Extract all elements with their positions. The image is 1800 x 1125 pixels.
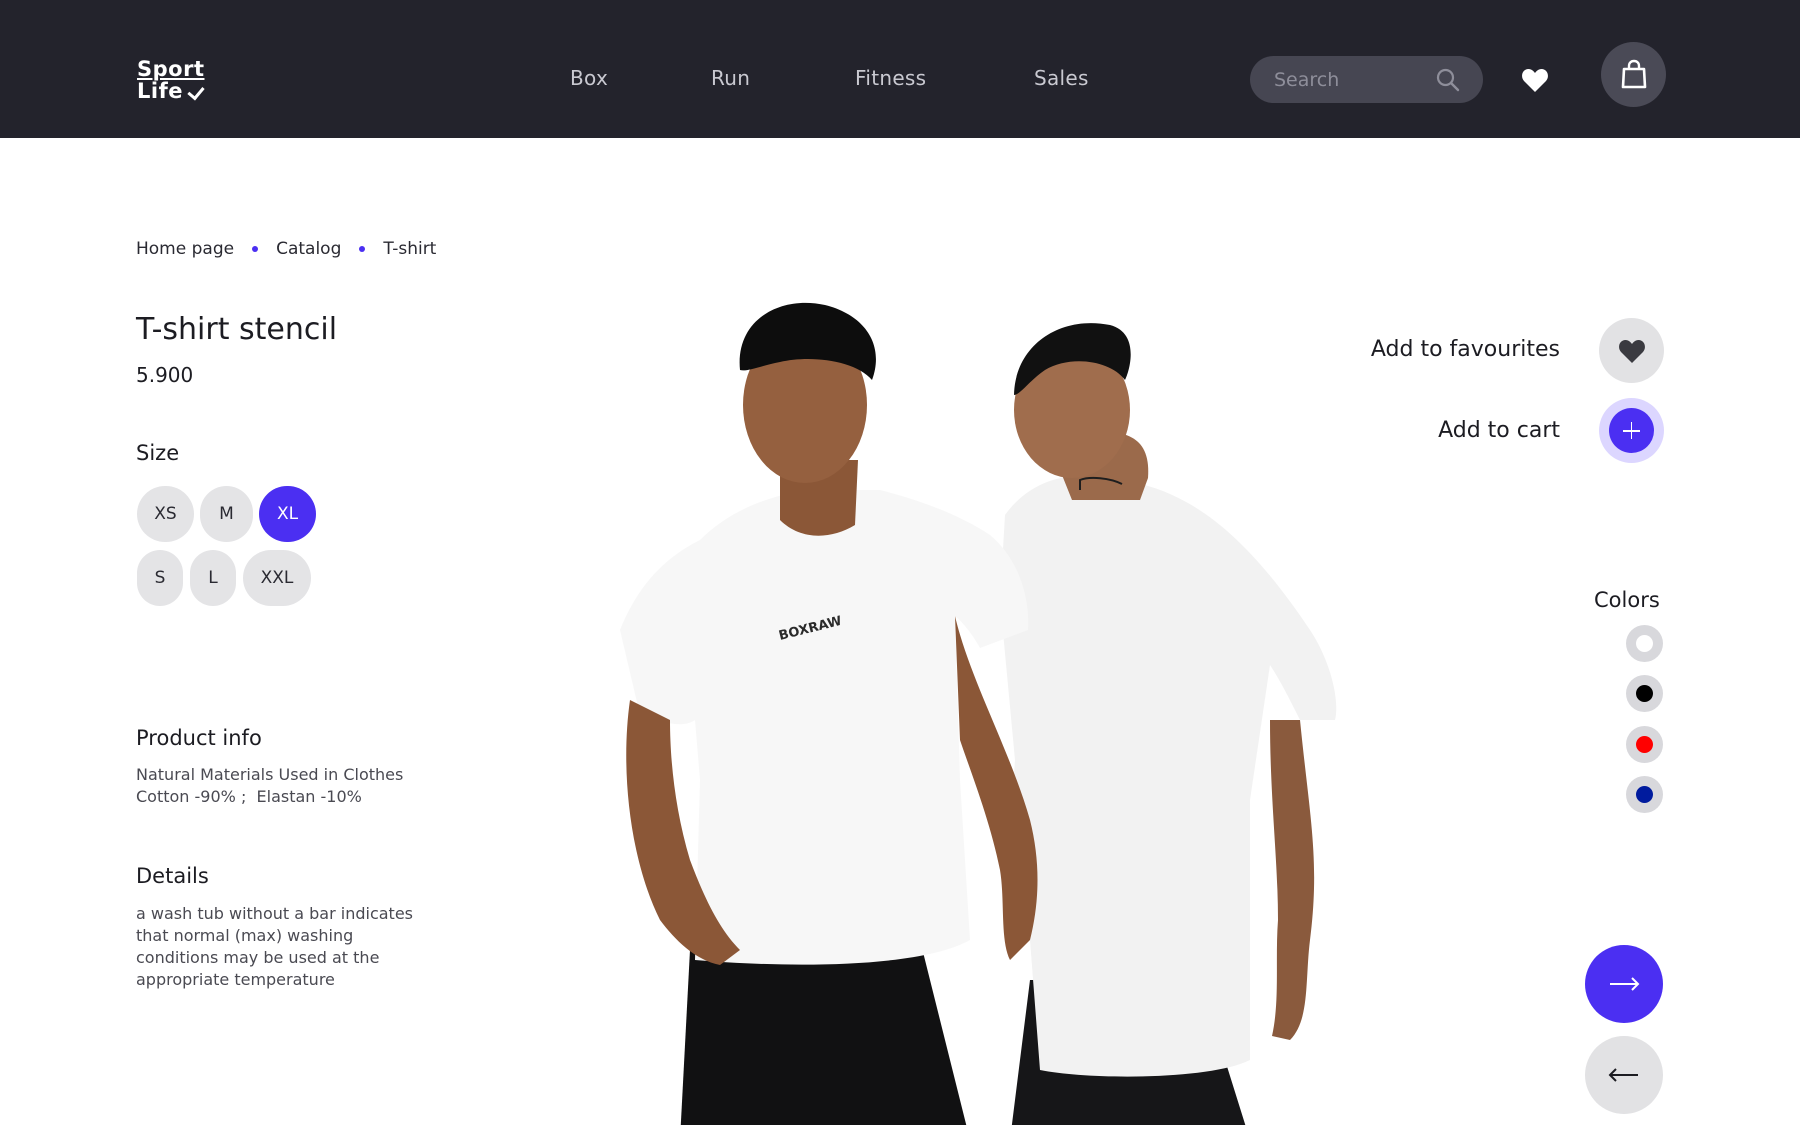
brand-logo-line2: Life [137, 79, 183, 103]
product-info-line: Cotton -90% ; Elastan -10% [136, 787, 362, 806]
previous-image-button[interactable] [1585, 1036, 1663, 1114]
next-image-button[interactable] [1585, 945, 1663, 1023]
model-back-view [1000, 323, 1337, 1125]
arrow-right-icon [1610, 977, 1640, 991]
add-to-favourites-label[interactable]: Add to favourites [1371, 337, 1560, 362]
breadcrumb-current: T-shirt [383, 239, 437, 259]
breadcrumb-home[interactable]: Home page [136, 239, 234, 259]
model-front-view: BOXRAW [620, 302, 1038, 1125]
colors-label: Colors [1594, 588, 1660, 612]
size-option-xs[interactable]: XS [137, 486, 194, 542]
nav-item-fitness[interactable]: Fitness [855, 66, 926, 90]
shopping-bag-icon [1621, 59, 1647, 89]
color-dot [1636, 736, 1653, 753]
checkmark-icon [187, 82, 205, 100]
product-photo: BOXRAW [610, 300, 1400, 1125]
add-to-cart-label[interactable]: Add to cart [1438, 418, 1560, 443]
search-input[interactable] [1274, 56, 1434, 103]
size-label: Size [136, 441, 180, 465]
breadcrumb-separator [252, 246, 259, 252]
search-icon[interactable] [1435, 67, 1461, 93]
color-swatch-red[interactable] [1626, 726, 1663, 763]
color-dot [1636, 685, 1653, 702]
color-dot [1636, 786, 1653, 803]
brand-logo[interactable]: Sport Life [137, 58, 237, 106]
add-to-favourites-button[interactable] [1599, 318, 1664, 383]
heart-icon[interactable] [1521, 67, 1549, 93]
nav-item-sales[interactable]: Sales [1034, 66, 1089, 90]
product-price: 5.900 [136, 363, 194, 387]
heart-icon [1619, 340, 1645, 363]
product-info-line: Natural Materials Used in Clothes [136, 765, 404, 784]
details-heading: Details [136, 864, 209, 888]
product-info-heading: Product info [136, 726, 262, 750]
size-option-xl[interactable]: XL [259, 486, 316, 542]
color-swatch-blue[interactable] [1626, 776, 1663, 813]
add-to-cart-button[interactable] [1609, 408, 1654, 453]
breadcrumb: Home page Catalog T-shirt [136, 239, 436, 261]
nav-item-run[interactable]: Run [711, 66, 750, 90]
color-swatch-black[interactable] [1626, 675, 1663, 712]
product-title: T-shirt stencil [136, 312, 338, 347]
cart-button[interactable] [1601, 42, 1666, 107]
size-option-m[interactable]: M [200, 486, 253, 542]
details-text: a wash tub without a bar indicates that … [136, 904, 413, 989]
size-option-l[interactable]: L [190, 550, 236, 606]
arrow-left-icon [1608, 1068, 1638, 1082]
color-swatch-white[interactable] [1626, 625, 1663, 662]
breadcrumb-catalog[interactable]: Catalog [276, 239, 341, 259]
size-option-xxl[interactable]: XXL [243, 550, 311, 606]
search-box [1250, 56, 1483, 103]
color-dot [1636, 635, 1653, 652]
product-photo-illustration: BOXRAW [620, 302, 1337, 1125]
nav-item-box[interactable]: Box [570, 66, 608, 90]
product-info-text: Natural Materials Used in Clothes Cotton… [136, 764, 456, 808]
brand-logo-line1: Sport [137, 57, 205, 81]
top-header: Sport Life Box Run Fitness Sales [0, 0, 1800, 138]
breadcrumb-separator [359, 246, 366, 252]
size-option-s[interactable]: S [137, 550, 183, 606]
